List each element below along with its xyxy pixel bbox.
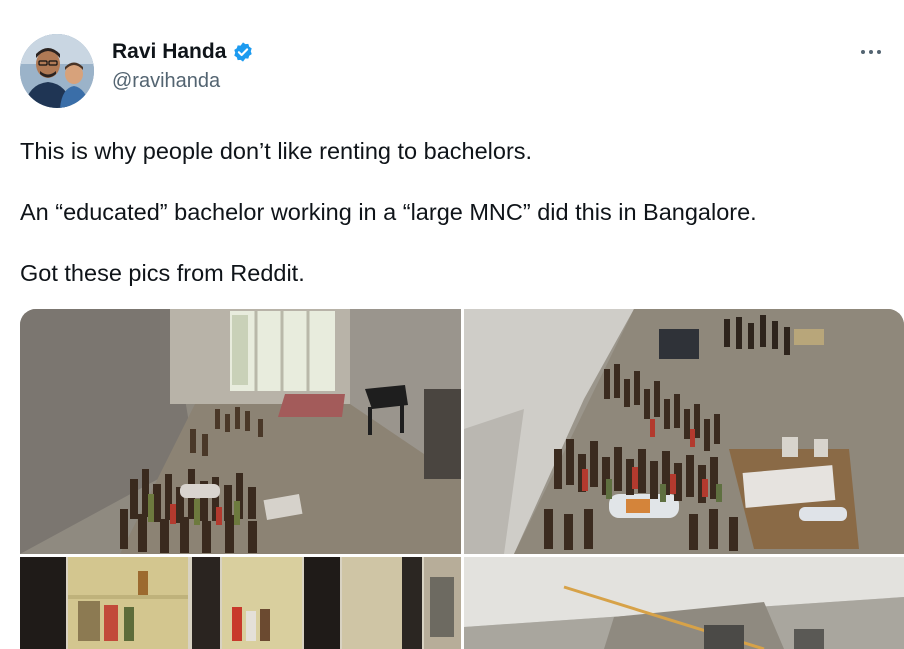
- tweet-paragraph-3: Got these pics from Reddit.: [20, 260, 305, 286]
- tweet-paragraph-2: An “educated” bachelor working in a “lar…: [20, 199, 757, 225]
- photo-2[interactable]: [464, 309, 904, 554]
- tweet-paragraph-1: This is why people don’t like renting to…: [20, 138, 533, 164]
- name-row: Ravi Handa: [112, 38, 254, 66]
- handle[interactable]: @ravihanda: [112, 68, 254, 94]
- avatar[interactable]: [20, 34, 94, 108]
- tweet: Ravi Handa @ravihanda This is why people…: [0, 0, 904, 649]
- more-options-icon[interactable]: [856, 40, 886, 64]
- media-grid: [20, 309, 904, 649]
- photo-1[interactable]: [20, 309, 461, 554]
- verified-badge-icon: [232, 41, 254, 63]
- display-name[interactable]: Ravi Handa: [112, 38, 226, 66]
- tweet-text: This is why people don’t like renting to…: [20, 136, 890, 319]
- photo-4[interactable]: [464, 557, 904, 649]
- author-block: Ravi Handa @ravihanda: [112, 38, 254, 94]
- photo-3[interactable]: [20, 557, 461, 649]
